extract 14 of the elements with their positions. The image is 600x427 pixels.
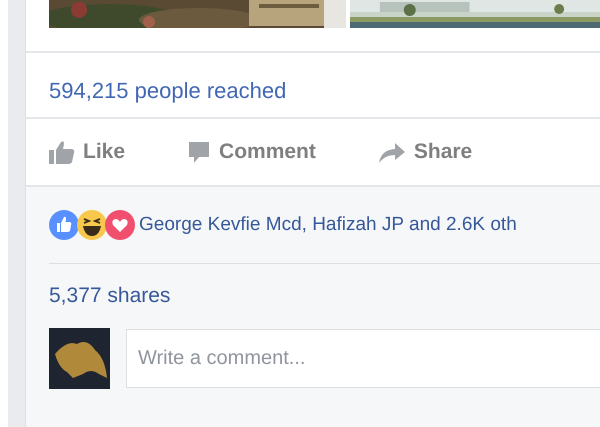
like-reaction-icon xyxy=(49,210,79,240)
avatar-icon xyxy=(49,328,110,389)
shares-count[interactable]: 5,377 shares xyxy=(49,284,170,307)
comment-field[interactable]: Write a comment... xyxy=(126,329,600,388)
reactions-summary[interactable]: George Kevfie Mcd, Hafizah JP and 2.6K oth xyxy=(139,214,517,236)
share-arrow-icon xyxy=(378,141,406,163)
heart-reaction-icon xyxy=(105,210,135,240)
speech-bubble-icon xyxy=(187,140,212,164)
reach-count[interactable]: 594,215 people reached xyxy=(49,78,286,103)
like-button[interactable]: Like xyxy=(49,140,126,164)
laughing-face-icon xyxy=(77,210,107,240)
thumbs-up-icon xyxy=(49,140,75,164)
comment-button[interactable]: Comment xyxy=(187,140,316,164)
share-button[interactable]: Share xyxy=(378,140,472,164)
